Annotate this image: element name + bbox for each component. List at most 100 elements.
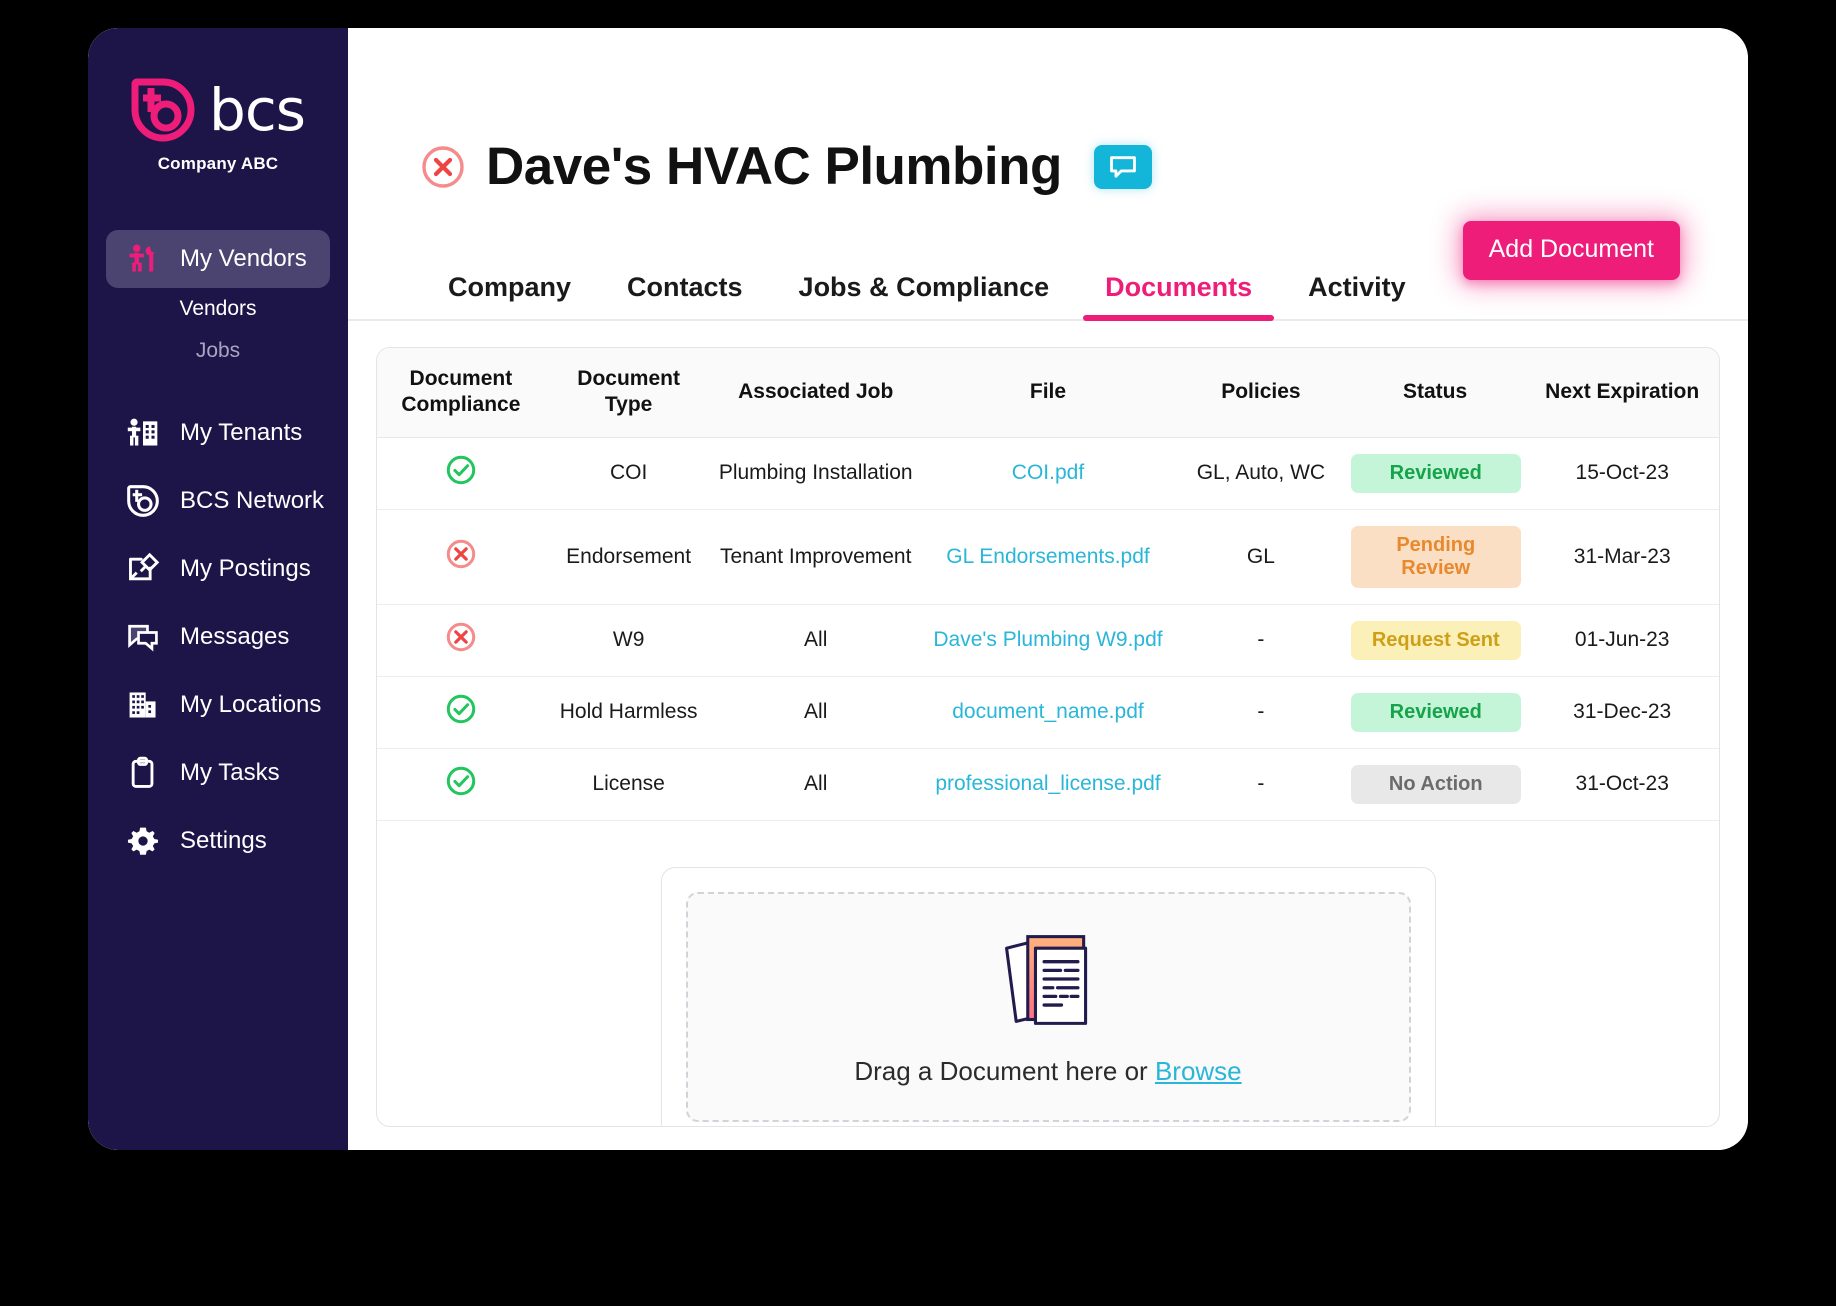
add-document-container: Add Document	[1462, 221, 1680, 280]
sidebar-item-my-locations[interactable]: My Locations	[106, 676, 330, 734]
sidebar-subitem-label: Jobs	[195, 339, 241, 362]
chat-bubble-icon[interactable]	[1093, 144, 1152, 189]
table-body: COI Plumbing Installation COI.pdf GL, Au…	[377, 437, 1719, 821]
status-cell: Reviewed	[1344, 676, 1526, 749]
file-link[interactable]: Dave's Plumbing W9.pdf	[933, 628, 1162, 651]
person-building-icon	[124, 414, 162, 452]
status-badge: Request Sent	[1350, 620, 1521, 660]
document-type-cell: Hold Harmless	[544, 676, 713, 749]
dropzone-container: Drag a Document here or Browse	[660, 866, 1436, 1126]
x-circle-icon	[420, 144, 466, 190]
next-expiration-cell: 31-Mar-23	[1525, 509, 1719, 605]
sidebar-item-my-postings[interactable]: My Postings	[106, 540, 330, 598]
document-type-cell: Endorsement	[544, 509, 713, 605]
dropzone-label: Drag a Document here or	[854, 1055, 1155, 1086]
associated-job-cell: Tenant Improvement	[712, 509, 919, 605]
sidebar-item-label: Messages	[180, 623, 290, 650]
pin-note-icon	[124, 550, 162, 588]
page-header: Dave's HVAC Plumbing	[348, 28, 1748, 197]
next-expiration-cell: 31-Dec-23	[1525, 676, 1719, 749]
table-row[interactable]: COI Plumbing Installation COI.pdf GL, Au…	[377, 437, 1719, 510]
tab-documents[interactable]: Documents	[1077, 272, 1280, 321]
browse-link[interactable]: Browse	[1155, 1056, 1242, 1086]
sidebar-item-settings[interactable]: Settings	[106, 812, 330, 870]
dropzone[interactable]: Drag a Document here or Browse	[685, 891, 1411, 1122]
sidebar-item-my-tenants[interactable]: My Tenants	[106, 404, 330, 462]
sidebar-subitem-jobs[interactable]: Jobs	[88, 330, 348, 372]
file-cell: Dave's Plumbing W9.pdf	[918, 604, 1178, 677]
compliance-cell	[377, 748, 545, 821]
next-expiration-cell: 01-Jun-23	[1525, 604, 1719, 677]
app-window: bcs Company ABC My Vendors Vendors Jobs …	[88, 28, 1748, 1150]
gear-icon	[124, 822, 162, 860]
table-header: Document Compliance Document Type Associa…	[377, 348, 1719, 438]
status-badge: No Action	[1350, 764, 1521, 804]
associated-job-cell: All	[712, 604, 919, 677]
sidebar-item-label: BCS Network	[180, 487, 325, 514]
sidebar-item-label: My Tenants	[180, 419, 303, 446]
building-icon	[124, 686, 162, 724]
x-circle-icon	[445, 622, 477, 658]
sidebar-nav: My Vendors Vendors Jobs My Tenants BCS N…	[88, 230, 348, 870]
table-row[interactable]: W9 All Dave's Plumbing W9.pdf - Request …	[377, 604, 1719, 677]
policies-cell: -	[1177, 748, 1345, 821]
file-cell: professional_license.pdf	[918, 748, 1178, 821]
compliance-cell	[377, 676, 545, 749]
associated-job-cell: All	[712, 748, 919, 821]
file-cell: document_name.pdf	[918, 676, 1178, 749]
bcs-circle-icon	[124, 482, 162, 520]
table-row[interactable]: Endorsement Tenant Improvement GL Endors…	[377, 509, 1719, 605]
brand: bcs Company ABC	[88, 62, 348, 174]
file-link[interactable]: GL Endorsements.pdf	[946, 545, 1150, 568]
check-circle-icon	[445, 694, 477, 730]
sidebar-item-my-tasks[interactable]: My Tasks	[106, 744, 330, 802]
documents-stack-icon	[995, 927, 1101, 1038]
app-root: bcs Company ABC My Vendors Vendors Jobs …	[0, 0, 1836, 1306]
tab-activity[interactable]: Activity	[1280, 272, 1434, 319]
file-link[interactable]: COI.pdf	[1012, 461, 1084, 484]
chat-bubbles-icon	[124, 618, 162, 656]
sidebar-item-label: Settings	[180, 827, 267, 854]
table-row[interactable]: Hold Harmless All document_name.pdf - Re…	[377, 676, 1719, 749]
policies-cell: -	[1177, 676, 1345, 749]
check-circle-icon	[445, 455, 477, 491]
sidebar-subitem-label: Vendors	[179, 297, 257, 320]
sidebar-item-my-vendors[interactable]: My Vendors	[106, 230, 330, 288]
file-link[interactable]: professional_license.pdf	[935, 772, 1160, 795]
sidebar-item-label: My Locations	[180, 691, 322, 718]
document-type-cell: W9	[544, 604, 713, 677]
page-title: Dave's HVAC Plumbing	[486, 137, 1062, 196]
documents-table: Document Compliance Document Type Associa…	[377, 348, 1719, 821]
column-header-status: Status	[1344, 348, 1526, 438]
table-row[interactable]: License All professional_license.pdf - N…	[377, 748, 1719, 821]
table-header-row: Document Compliance Document Type Associa…	[377, 348, 1719, 438]
column-header-policies: Policies	[1177, 348, 1345, 438]
compliance-cell	[377, 437, 545, 510]
column-header-document-compliance: Document Compliance	[377, 348, 545, 438]
compliance-cell	[377, 604, 545, 677]
sidebar-item-label: My Tasks	[180, 759, 280, 786]
brand-subtitle: Company ABC	[157, 154, 279, 173]
add-document-button[interactable]: Add Document	[1462, 221, 1680, 280]
file-cell: COI.pdf	[918, 437, 1178, 510]
file-link[interactable]: document_name.pdf	[952, 700, 1143, 723]
sidebar-item-messages[interactable]: Messages	[106, 608, 330, 666]
tab-company[interactable]: Company	[420, 272, 599, 319]
documents-panel: Document Compliance Document Type Associa…	[376, 347, 1720, 1127]
column-header-associated-job: Associated Job	[712, 348, 919, 438]
sidebar-subitem-vendors[interactable]: Vendors	[88, 288, 348, 330]
document-type-cell: License	[544, 748, 713, 821]
sidebar-item-bcs-network[interactable]: BCS Network	[106, 472, 330, 530]
clipboard-icon	[124, 754, 162, 792]
column-header-document-type: Document Type	[544, 348, 713, 438]
tab-contacts[interactable]: Contacts	[599, 272, 771, 319]
tab-jobs-compliance[interactable]: Jobs & Compliance	[771, 272, 1078, 319]
status-cell: Request Sent	[1344, 604, 1526, 677]
status-badge: Pending Review	[1350, 525, 1521, 588]
file-cell: GL Endorsements.pdf	[918, 509, 1178, 605]
check-circle-icon	[445, 766, 477, 802]
worker-wrench-icon	[124, 240, 162, 278]
status-badge: Reviewed	[1350, 692, 1521, 732]
sidebar: bcs Company ABC My Vendors Vendors Jobs …	[88, 28, 348, 1150]
policies-cell: GL	[1177, 509, 1345, 605]
